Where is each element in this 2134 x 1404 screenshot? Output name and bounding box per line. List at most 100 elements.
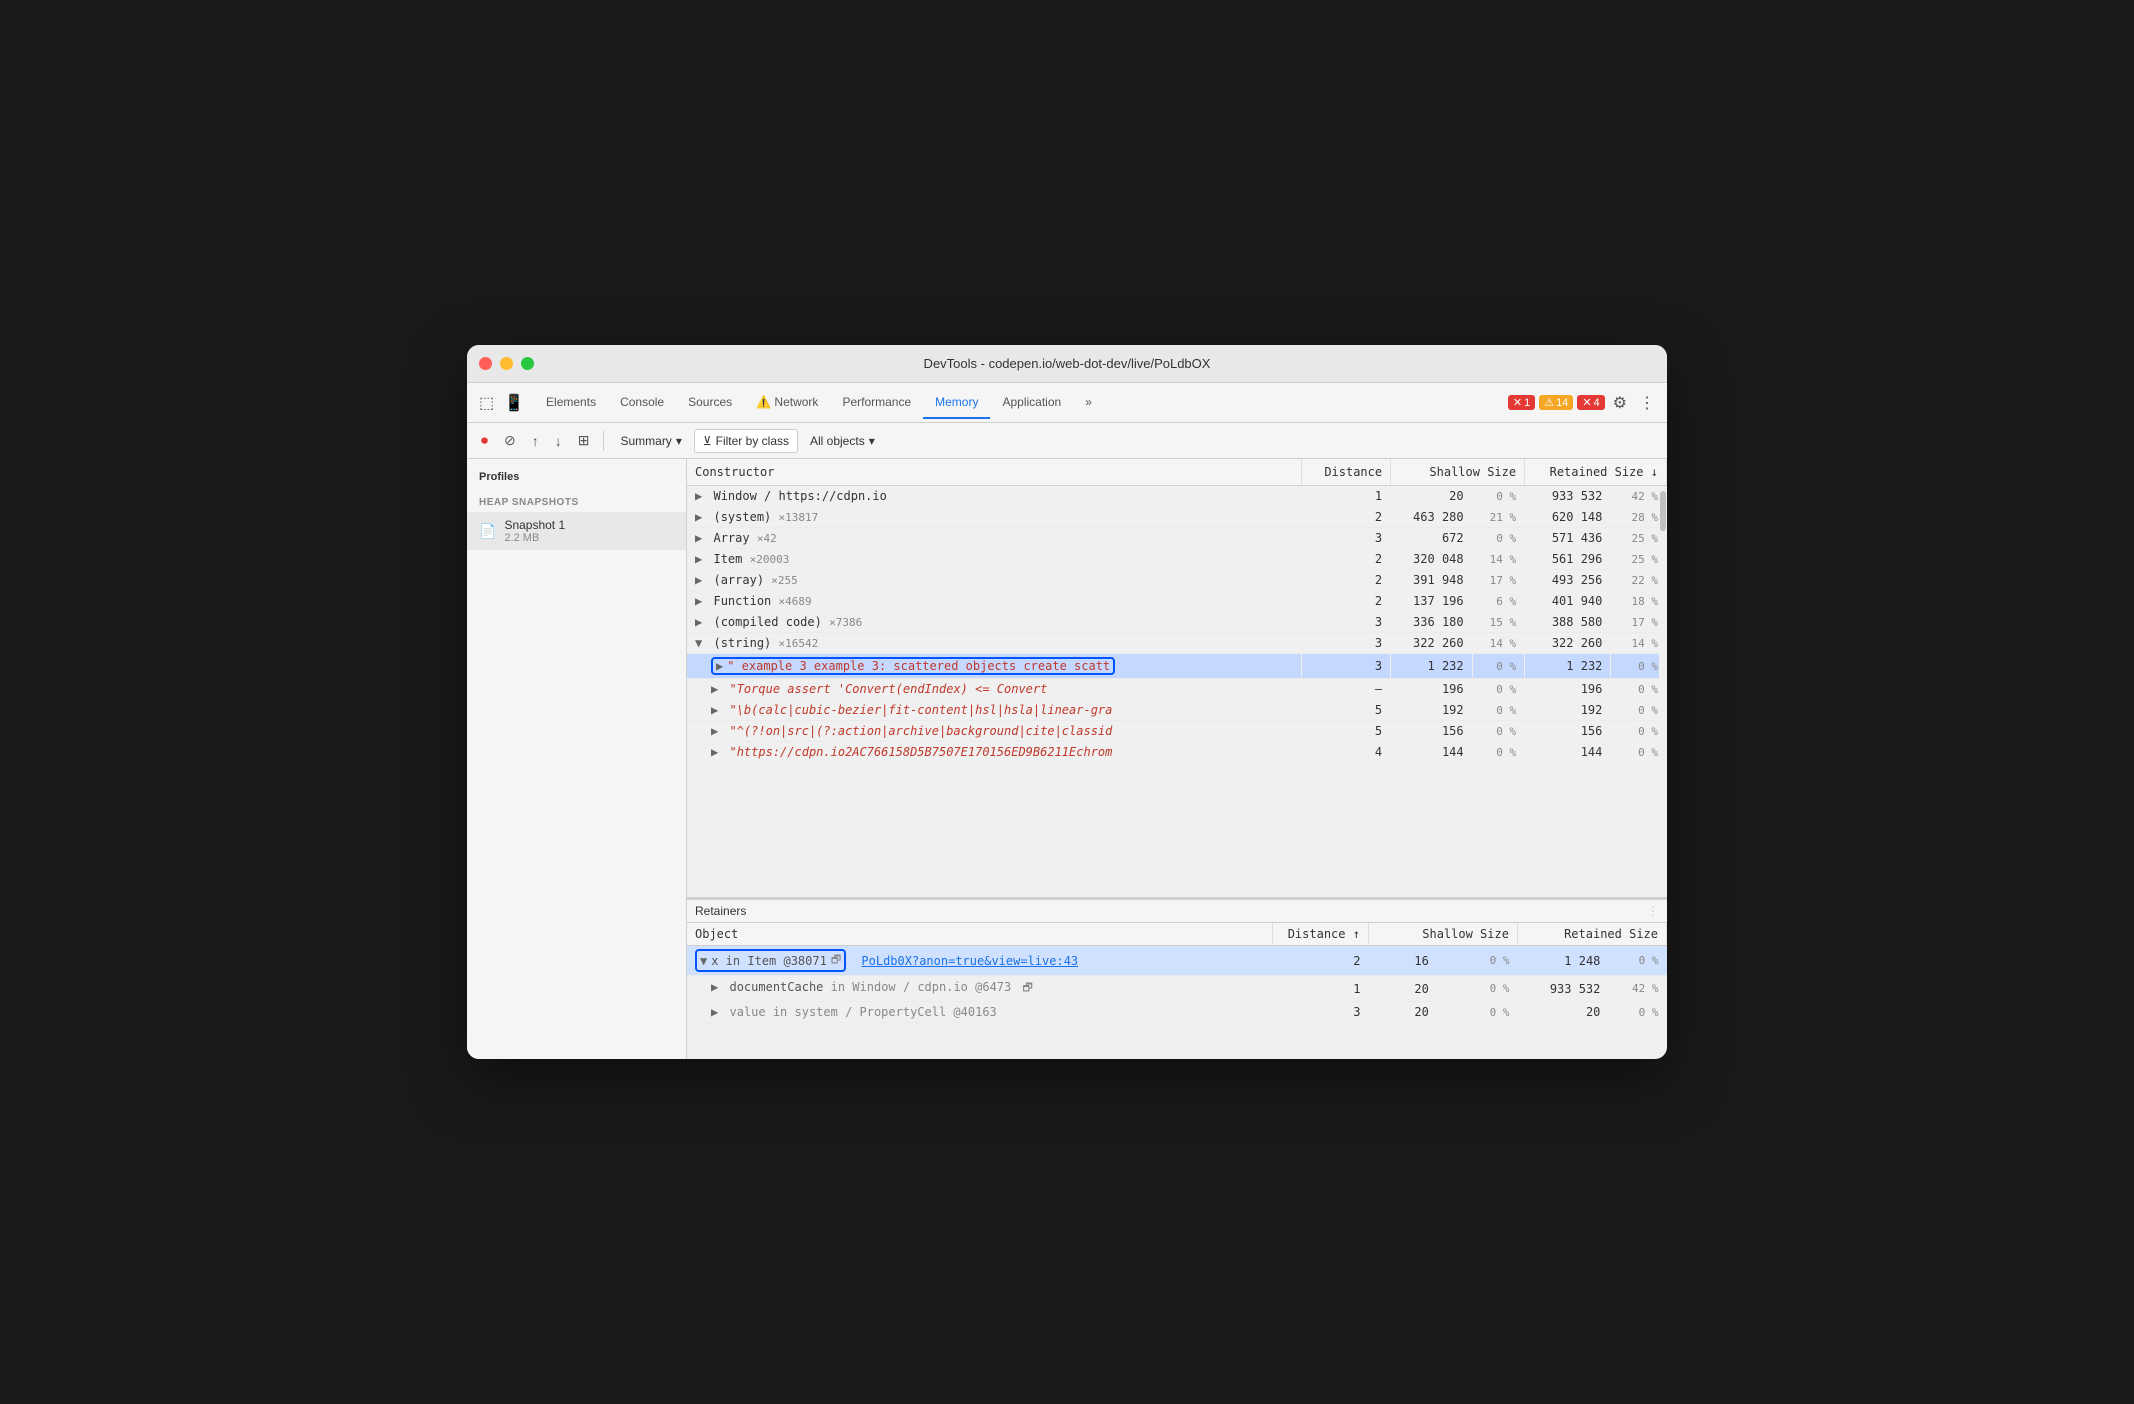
heap-table-container[interactable]: Constructor Distance Shallow Size Retain…: [687, 459, 1667, 899]
snapshot-name: Snapshot 1: [504, 518, 565, 532]
expand-icon[interactable]: ▶: [695, 573, 702, 587]
tab-application[interactable]: Application: [990, 387, 1073, 419]
retainer-cell-shallow: 20: [1368, 1002, 1436, 1023]
clear-btn[interactable]: ⊘: [498, 428, 522, 453]
snapshot-size: 2.2 MB: [504, 532, 565, 544]
cell-shallow: 20: [1391, 486, 1473, 507]
settings-btn[interactable]: ⚙: [1609, 389, 1631, 417]
summary-label: Summary: [620, 434, 671, 448]
cell-retained: 620 148: [1525, 507, 1611, 528]
cell-shallow: 1 232: [1391, 654, 1473, 679]
table-row[interactable]: ▶ "\b(calc|cubic-bezier|fit-content|hsl|…: [687, 700, 1667, 721]
expand-icon[interactable]: ▶: [711, 724, 718, 738]
device-toolbar-btn[interactable]: 📱: [500, 389, 528, 417]
more-options-btn[interactable]: ⋮: [1635, 389, 1659, 417]
titlebar: DevTools - codepen.io/web-dot-dev/live/P…: [467, 345, 1667, 383]
retainer-cell-shallow: 20: [1368, 976, 1436, 1002]
collect-btn[interactable]: ⊞: [572, 428, 596, 453]
tab-network[interactable]: ⚠️ Network: [744, 387, 830, 419]
filter-label: Filter by class: [716, 434, 789, 448]
main-toolbar: ⬚ 📱 Elements Console Sources ⚠️ Network …: [467, 383, 1667, 423]
cell-constructor: ▶ Item ×20003: [687, 549, 1301, 570]
table-row[interactable]: ▶ (compiled code) ×7386 3 336 180 15 % 3…: [687, 612, 1667, 633]
tab-sources[interactable]: Sources: [676, 387, 744, 419]
retainers-table: Object Distance ↑ Shallow Size Retained …: [687, 923, 1667, 1023]
retainers-row[interactable]: ▼ x in Item @38071 🗗 PoLdb0X?anon=true&v…: [687, 946, 1667, 976]
cell-distance: 2: [1301, 570, 1390, 591]
table-row[interactable]: ▶ "^(?!on|src|(?:action|archive|backgrou…: [687, 721, 1667, 742]
expand-icon[interactable]: ▶: [695, 531, 702, 545]
table-row[interactable]: ▶ Window / https://cdpn.io 1 20 0 % 933 …: [687, 486, 1667, 507]
cell-retained: 144: [1525, 742, 1611, 763]
expand-icon[interactable]: ▶: [695, 594, 702, 608]
col-constructor-header[interactable]: Constructor: [687, 459, 1301, 486]
minimize-button[interactable]: [500, 357, 513, 370]
cell-constructor: ▶ "^(?!on|src|(?:action|archive|backgrou…: [687, 721, 1301, 742]
cell-shallow-pct: 0 %: [1472, 700, 1524, 721]
table-row[interactable]: ▶ (array) ×255 2 391 948 17 % 493 256 22…: [687, 570, 1667, 591]
retainers-col-retained[interactable]: Retained Size: [1517, 923, 1666, 946]
expand-icon[interactable]: ▶: [695, 552, 702, 566]
upload-btn[interactable]: ↑: [526, 429, 545, 453]
expand-icon[interactable]: ▶: [695, 510, 702, 524]
expand-icon[interactable]: ▼: [695, 636, 702, 650]
col-shallow-header[interactable]: Shallow Size: [1391, 459, 1525, 486]
download-btn[interactable]: ↓: [549, 429, 568, 453]
table-row[interactable]: ▶ Function ×4689 2 137 196 6 % 401 940 1…: [687, 591, 1667, 612]
retainers-row[interactable]: ▶ value in system / PropertyCell @40163 …: [687, 1002, 1667, 1023]
cell-constructor: ▶ (system) ×13817: [687, 507, 1301, 528]
table-row[interactable]: ▶ "https://cdpn.io2AC766158D5B7507E17015…: [687, 742, 1667, 763]
table-row[interactable]: ▶ Item ×20003 2 320 048 14 % 561 296 25 …: [687, 549, 1667, 570]
table-row[interactable]: ▶ " example 3 example 3: scattered objec…: [687, 654, 1667, 679]
retainers-col-distance[interactable]: Distance ↑: [1272, 923, 1368, 946]
filter-by-class-btn[interactable]: ⊻ Filter by class: [694, 429, 798, 453]
profiles-title: Profiles: [467, 471, 686, 491]
expand-icon[interactable]: ▶: [711, 682, 718, 696]
tab-console[interactable]: Console: [608, 387, 676, 419]
retainer-cell-retained: 1 248: [1517, 946, 1608, 976]
objects-dropdown[interactable]: All objects ▾: [802, 430, 883, 452]
cell-shallow-pct: 21 %: [1472, 507, 1524, 528]
retainers-col-object[interactable]: Object: [687, 923, 1272, 946]
heap-snapshots-section: HEAP SNAPSHOTS: [467, 491, 686, 512]
cell-distance: 2: [1301, 591, 1390, 612]
tab-performance[interactable]: Performance: [830, 387, 923, 419]
col-retained-header[interactable]: Retained Size ↓: [1525, 459, 1667, 486]
expand-icon[interactable]: ▶: [695, 615, 702, 629]
cell-shallow: 156: [1391, 721, 1473, 742]
col-distance-header[interactable]: Distance: [1301, 459, 1390, 486]
retainers-label: Retainers: [695, 904, 746, 918]
maximize-button[interactable]: [521, 357, 534, 370]
expand-icon[interactable]: ▶: [711, 703, 718, 717]
expand-icon[interactable]: ▶: [695, 489, 702, 503]
table-row[interactable]: ▼ (string) ×16542 3 322 260 14 % 322 260…: [687, 633, 1667, 654]
retainer-link[interactable]: PoLdb0X?anon=true&view=live:43: [861, 954, 1078, 968]
table-row[interactable]: ▶ (system) ×13817 2 463 280 21 % 620 148…: [687, 507, 1667, 528]
main-content: Profiles HEAP SNAPSHOTS 📄 Snapshot 1 2.2…: [467, 459, 1667, 1059]
retainers-col-shallow[interactable]: Shallow Size: [1368, 923, 1517, 946]
tab-more[interactable]: »: [1073, 387, 1104, 419]
record-btn[interactable]: ⏺: [475, 428, 494, 453]
tab-elements[interactable]: Elements: [534, 387, 608, 419]
cell-shallow-pct: 0 %: [1472, 486, 1524, 507]
snapshot-item[interactable]: 📄 Snapshot 1 2.2 MB: [467, 512, 686, 550]
expand-icon[interactable]: ▶: [711, 745, 718, 759]
inspect-element-btn[interactable]: ⬚: [475, 389, 498, 417]
tab-memory[interactable]: Memory: [923, 387, 990, 419]
table-scrollbar[interactable]: [1659, 489, 1667, 897]
cell-shallow-pct: 0 %: [1472, 528, 1524, 549]
expand-icon[interactable]: ▶: [716, 659, 723, 673]
error-badge[interactable]: ✕ 1: [1508, 395, 1535, 410]
retainers-row[interactable]: ▶ documentCache in Window / cdpn.io @647…: [687, 976, 1667, 1002]
warning-badge[interactable]: ⚠ 14: [1539, 395, 1573, 410]
cell-shallow: 463 280: [1391, 507, 1473, 528]
cell-shallow-pct: 0 %: [1472, 654, 1524, 679]
cell-distance: 3: [1301, 654, 1390, 679]
cell-shallow: 320 048: [1391, 549, 1473, 570]
table-row[interactable]: ▶ Array ×42 3 672 0 % 571 436 25 %: [687, 528, 1667, 549]
cell-shallow-pct: 6 %: [1472, 591, 1524, 612]
close-button[interactable]: [479, 357, 492, 370]
info-badge[interactable]: ✕ 4: [1577, 395, 1604, 410]
table-row[interactable]: ▶ "Torque assert 'Convert(endIndex) <= C…: [687, 679, 1667, 700]
summary-dropdown[interactable]: Summary ▾: [612, 430, 689, 452]
